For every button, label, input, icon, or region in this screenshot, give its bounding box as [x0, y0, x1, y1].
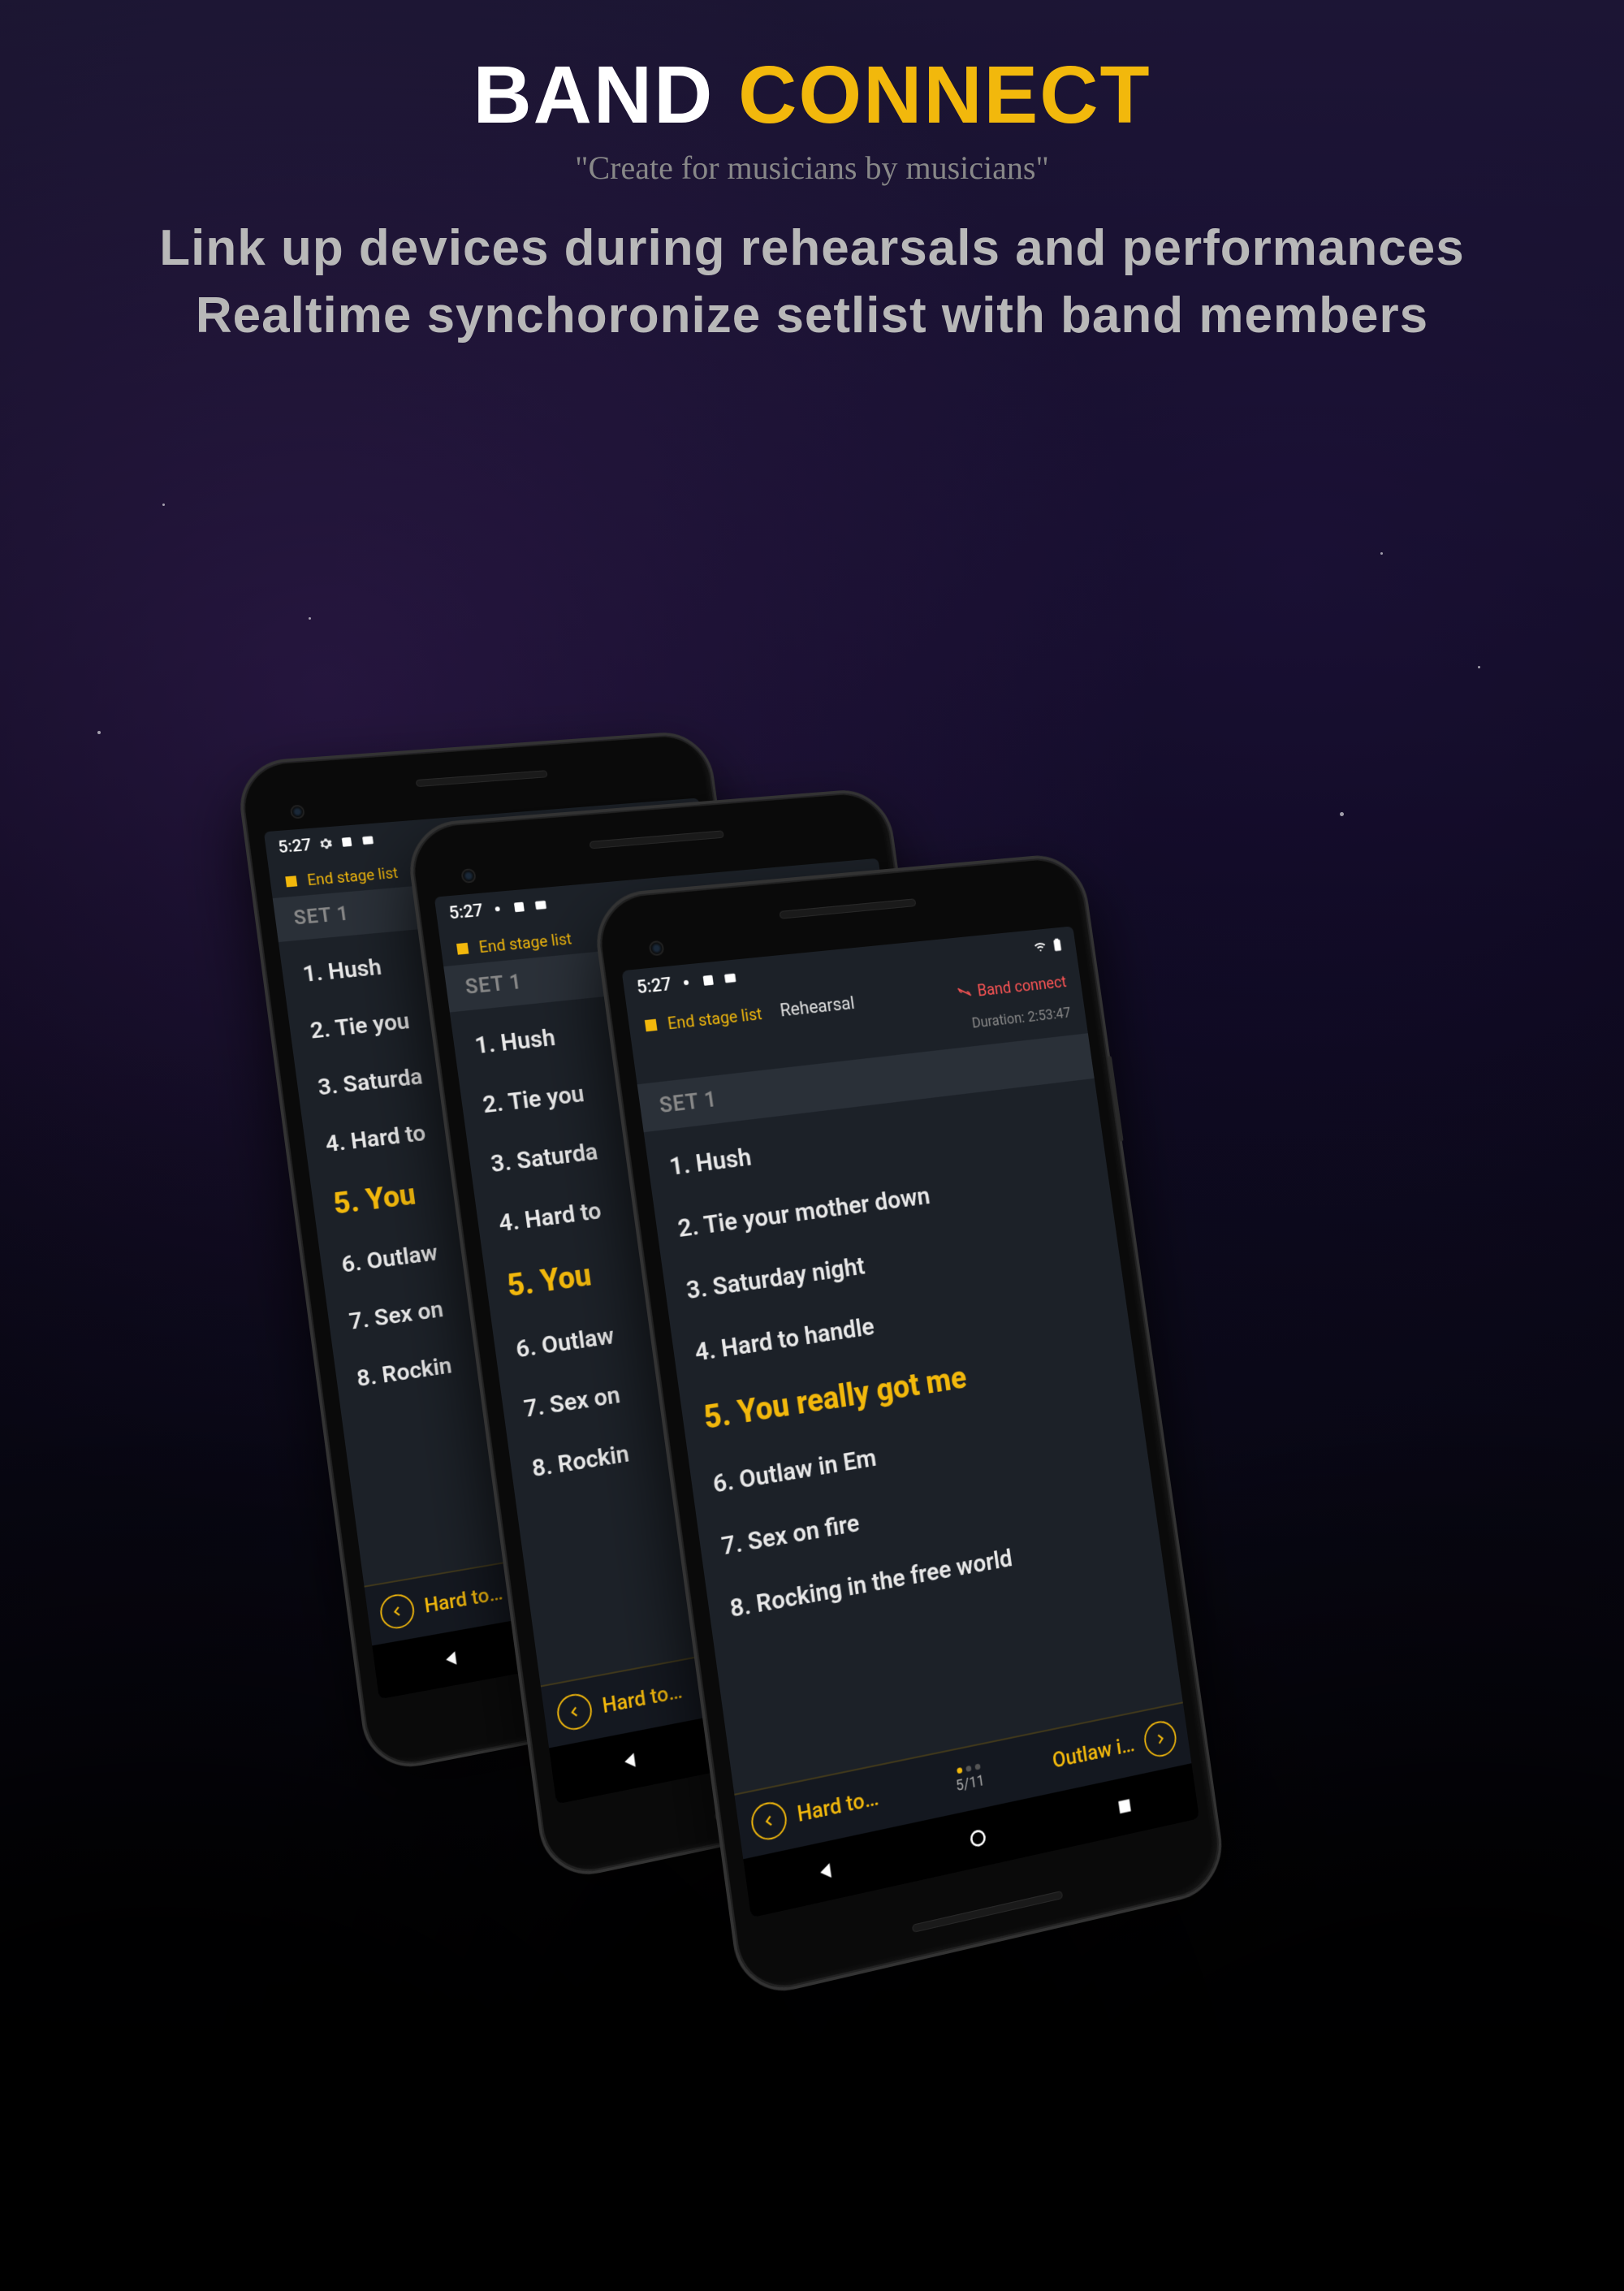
tagline: "Create for musicians by musicians"	[0, 149, 1624, 187]
battery-icon	[1050, 937, 1065, 953]
subheading-1: Link up devices during rehearsals and pe…	[0, 219, 1624, 277]
gear-icon	[318, 836, 334, 851]
nav-home-icon[interactable]	[967, 1826, 990, 1851]
band-connect-label: Band connect	[976, 971, 1067, 1000]
phones-stage: 5:27 End stage list SET 1 1. Hush 2. Tie…	[0, 568, 1624, 2112]
end-stage-button[interactable]: End stage list	[477, 929, 572, 957]
link-off-icon	[956, 985, 972, 998]
next-label[interactable]: Outlaw i…	[992, 1732, 1136, 1786]
square-icon	[512, 899, 527, 914]
card-icon	[533, 897, 549, 913]
phone-camera-icon	[290, 805, 305, 819]
chevron-right-icon	[1153, 1731, 1168, 1748]
gear-icon	[490, 901, 506, 917]
status-time: 5:27	[636, 974, 673, 998]
chevron-left-icon	[390, 1603, 405, 1619]
app-title: BAND CONNECT	[0, 49, 1624, 142]
band-connect-status[interactable]: Band connect	[956, 971, 1068, 1001]
pager-dot-icon	[957, 1767, 962, 1774]
end-stage-button[interactable]: End stage list	[306, 863, 399, 888]
pager-dot-icon	[974, 1763, 980, 1770]
nav-recent-icon[interactable]	[1113, 1794, 1135, 1819]
pager-count: 5/11	[955, 1772, 986, 1795]
prev-label[interactable]: Hard to…	[796, 1772, 947, 1827]
stop-icon[interactable]	[456, 943, 469, 955]
phone-power-button	[1108, 1056, 1124, 1142]
hero-header: BAND CONNECT "Create for musicians by mu…	[0, 49, 1624, 344]
square-icon	[339, 835, 355, 849]
screen-title: Rehearsal	[779, 993, 856, 1021]
end-stage-button[interactable]: End stage list	[667, 1004, 763, 1033]
pager-indicator: 5/11	[953, 1763, 985, 1795]
prev-button[interactable]	[749, 1799, 789, 1843]
phone-speaker-icon	[912, 1891, 1063, 1933]
phone-camera-icon	[460, 868, 477, 884]
stop-icon[interactable]	[285, 875, 297, 887]
chevron-left-icon	[761, 1812, 777, 1830]
spark	[162, 504, 165, 506]
status-time: 5:27	[447, 901, 484, 923]
status-right	[1033, 937, 1065, 954]
subheading-2: Realtime synchoronize setlist with band …	[0, 287, 1624, 344]
phone-speaker-icon	[779, 898, 916, 919]
next-button[interactable]	[1142, 1718, 1179, 1760]
chevron-left-icon	[567, 1703, 583, 1720]
status-time: 5:27	[277, 836, 313, 857]
card-icon	[361, 833, 376, 848]
nav-back-icon[interactable]	[619, 1749, 641, 1773]
spark	[1380, 552, 1383, 555]
prev-button[interactable]	[378, 1592, 417, 1632]
wifi-icon	[1033, 939, 1047, 954]
phone-camera-icon	[649, 940, 665, 957]
pager-dot-icon	[965, 1766, 971, 1772]
nav-back-icon[interactable]	[440, 1647, 462, 1671]
prev-button[interactable]	[555, 1691, 594, 1732]
phone-speaker-icon	[416, 770, 548, 787]
stop-icon[interactable]	[645, 1018, 658, 1031]
title-word-connect: CONNECT	[738, 50, 1151, 140]
square-icon	[701, 972, 717, 988]
gear-icon	[678, 975, 694, 991]
nav-back-icon[interactable]	[814, 1858, 837, 1884]
song-list[interactable]: 1. Hush 2. Tie your mother down 3. Satur…	[644, 1078, 1183, 1794]
title-word-band: BAND	[473, 50, 714, 140]
phone-speaker-icon	[590, 830, 724, 849]
card-icon	[723, 970, 739, 987]
